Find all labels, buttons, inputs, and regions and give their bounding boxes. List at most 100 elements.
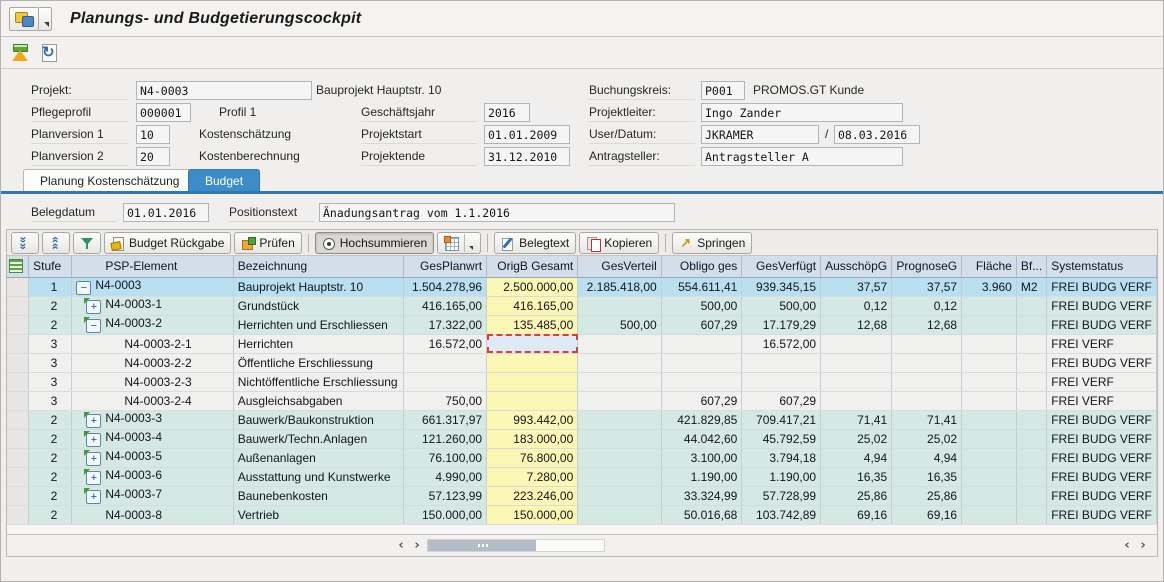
origb-gesamt-cell[interactable]: 2.500.000,00 bbox=[487, 277, 578, 296]
pflegeprofil-field[interactable] bbox=[136, 103, 191, 122]
collapse-all-button[interactable] bbox=[42, 232, 70, 254]
springen-button[interactable]: Springen bbox=[672, 232, 752, 254]
hierarchy-expand-icon[interactable]: + bbox=[86, 490, 101, 504]
hierarchy-expand-icon[interactable]: + bbox=[86, 414, 101, 428]
hscrollbar-track[interactable] bbox=[427, 539, 605, 552]
planversion1-field[interactable] bbox=[136, 125, 170, 144]
kopieren-button[interactable]: Kopieren bbox=[579, 232, 659, 254]
table-row[interactable]: 2+N4-0003-3Bauwerk/Baukonstruktion661.31… bbox=[7, 410, 1157, 429]
origb-gesamt-cell[interactable]: 416.165,00 bbox=[487, 296, 578, 315]
column-header-stufe[interactable]: Stufe bbox=[29, 256, 72, 277]
scroll-right-button[interactable]: › bbox=[409, 538, 425, 554]
tab-budget[interactable]: Budget bbox=[188, 169, 260, 191]
hierarchy-collapse-icon[interactable]: − bbox=[76, 281, 91, 295]
belegdatum-field[interactable] bbox=[123, 203, 209, 222]
origb-gesamt-cell[interactable] bbox=[487, 353, 578, 372]
row-selector[interactable] bbox=[7, 410, 29, 429]
row-selector[interactable] bbox=[7, 315, 29, 334]
projektleiter-field[interactable] bbox=[701, 103, 903, 122]
origb-gesamt-cell[interactable] bbox=[487, 334, 578, 353]
origb-gesamt-cell[interactable]: 993.442,00 bbox=[487, 410, 578, 429]
hochsummieren-button[interactable]: Hochsummieren bbox=[315, 232, 434, 254]
filter-button[interactable] bbox=[73, 232, 101, 254]
hscrollbar-thumb[interactable] bbox=[428, 540, 536, 551]
geschaeftsjahr-field[interactable] bbox=[484, 103, 530, 122]
row-selector[interactable] bbox=[7, 372, 29, 391]
buchungskreis-field[interactable] bbox=[701, 81, 745, 100]
column-header-origb[interactable]: OrigB Gesamt bbox=[487, 256, 578, 277]
belegtext-button[interactable]: Belegtext bbox=[494, 232, 576, 254]
column-header-bf[interactable]: Bf... bbox=[1016, 256, 1046, 277]
origb-gesamt-cell[interactable] bbox=[487, 372, 578, 391]
column-header-gesplanwrt[interactable]: GesPlanwrt bbox=[403, 256, 486, 277]
hierarchy-expand-icon[interactable]: + bbox=[86, 471, 101, 485]
tab-planung-kostenschaetzung[interactable]: Planung Kostenschätzung bbox=[23, 169, 196, 191]
row-selector[interactable] bbox=[7, 467, 29, 486]
row-selector[interactable] bbox=[7, 334, 29, 353]
hierarchy-collapse-icon[interactable]: − bbox=[86, 319, 101, 333]
column-header-psp[interactable]: PSP-Element bbox=[72, 256, 233, 277]
projektende-field[interactable] bbox=[484, 147, 570, 166]
column-header-ausschoepg[interactable]: AusschöpG bbox=[821, 256, 892, 277]
table-row[interactable]: 3N4-0003-2-4Ausgleichsabgaben750,00607,2… bbox=[7, 391, 1157, 410]
datum-field[interactable] bbox=[834, 125, 920, 144]
table-row[interactable]: 2+N4-0003-6Ausstattung und Kunstwerke4.9… bbox=[7, 467, 1157, 486]
column-header-gesverteil[interactable]: GesVerteil bbox=[578, 256, 661, 277]
table-row[interactable]: 3N4-0003-2-3Nichtöffentliche Erschliessu… bbox=[7, 372, 1157, 391]
table-row[interactable]: 2+N4-0003-7Baunebenkosten57.123,99223.24… bbox=[7, 486, 1157, 505]
scroll-left-button-2[interactable]: ‹ bbox=[1119, 538, 1135, 554]
table-row[interactable]: 3N4-0003-2-1Herrichten16.572,0016.572,00… bbox=[7, 334, 1157, 353]
antragsteller-field[interactable] bbox=[701, 147, 903, 166]
column-header-flaeche[interactable]: Fläche bbox=[962, 256, 1017, 277]
origb-gesamt-cell[interactable]: 150.000,00 bbox=[487, 505, 578, 524]
layout-button[interactable] bbox=[437, 232, 481, 254]
row-selector[interactable] bbox=[7, 296, 29, 315]
column-header-prognoseg[interactable]: PrognoseG bbox=[892, 256, 962, 277]
origb-gesamt-cell[interactable]: 223.246,00 bbox=[487, 486, 578, 505]
dropdown-arrow-icon[interactable] bbox=[464, 234, 474, 252]
row-selector[interactable] bbox=[7, 429, 29, 448]
scroll-left-button[interactable]: ‹ bbox=[393, 538, 409, 554]
table-row[interactable]: 2N4-0003-8Vertrieb150.000,00150.000,0050… bbox=[7, 505, 1157, 524]
row-selector[interactable] bbox=[7, 353, 29, 372]
user-field[interactable] bbox=[701, 125, 819, 144]
row-selector[interactable] bbox=[7, 277, 29, 296]
row-selector[interactable] bbox=[7, 448, 29, 467]
column-header-gesverfuegt[interactable]: GesVerfügt bbox=[742, 256, 821, 277]
gui-menu-dropdown-button[interactable] bbox=[39, 7, 52, 31]
bf-cell: M2 bbox=[1016, 277, 1046, 296]
column-header-bez[interactable]: Bezeichnung bbox=[233, 256, 403, 277]
row-selector[interactable] bbox=[7, 505, 29, 524]
table-row[interactable]: 2+N4-0003-4Bauwerk/Techn.Anlagen121.260,… bbox=[7, 429, 1157, 448]
origb-gesamt-cell[interactable]: 183.000,00 bbox=[487, 429, 578, 448]
refresh-icon[interactable] bbox=[39, 43, 59, 63]
hierarchy-expand-icon[interactable]: + bbox=[86, 433, 101, 447]
grid-select-all-header[interactable] bbox=[7, 256, 29, 277]
row-selector[interactable] bbox=[7, 391, 29, 410]
positionstext-field[interactable] bbox=[319, 203, 675, 222]
projektstart-field[interactable] bbox=[484, 125, 570, 144]
expand-all-button[interactable] bbox=[11, 232, 39, 254]
column-header-status[interactable]: Systemstatus bbox=[1047, 256, 1157, 277]
column-header-obligo[interactable]: Obligo ges bbox=[661, 256, 742, 277]
table-row[interactable]: 2−N4-0003-2Herrichten und Erschliessen17… bbox=[7, 315, 1157, 334]
origb-gesamt-cell[interactable] bbox=[487, 391, 578, 410]
table-row[interactable]: 2+N4-0003-5Außenanlagen76.100,0076.800,0… bbox=[7, 448, 1157, 467]
log-display-icon[interactable] bbox=[11, 43, 31, 63]
psp-element-value: N4-0003-2 bbox=[105, 316, 162, 330]
hierarchy-expand-icon[interactable]: + bbox=[86, 452, 101, 466]
table-row[interactable]: 3N4-0003-2-2Öffentliche ErschliessungFRE… bbox=[7, 353, 1157, 372]
projekt-field[interactable] bbox=[136, 81, 312, 100]
pruefen-button[interactable]: Prüfen bbox=[234, 232, 301, 254]
hierarchy-expand-icon[interactable]: + bbox=[86, 300, 101, 314]
origb-gesamt-cell[interactable]: 76.800,00 bbox=[487, 448, 578, 467]
row-selector[interactable] bbox=[7, 486, 29, 505]
table-row[interactable]: 1−N4-0003Bauprojekt Hauptstr. 101.504.27… bbox=[7, 277, 1157, 296]
gui-menu-button[interactable] bbox=[9, 7, 39, 31]
table-row[interactable]: 2+N4-0003-1Grundstück416.165,00416.165,0… bbox=[7, 296, 1157, 315]
origb-gesamt-cell[interactable]: 135.485,00 bbox=[487, 315, 578, 334]
origb-gesamt-cell[interactable]: 7.280,00 bbox=[487, 467, 578, 486]
planversion2-field[interactable] bbox=[136, 147, 170, 166]
scroll-right-button-2[interactable]: › bbox=[1135, 538, 1151, 554]
budget-rueckgabe-button[interactable]: Budget Rückgabe bbox=[104, 232, 231, 254]
